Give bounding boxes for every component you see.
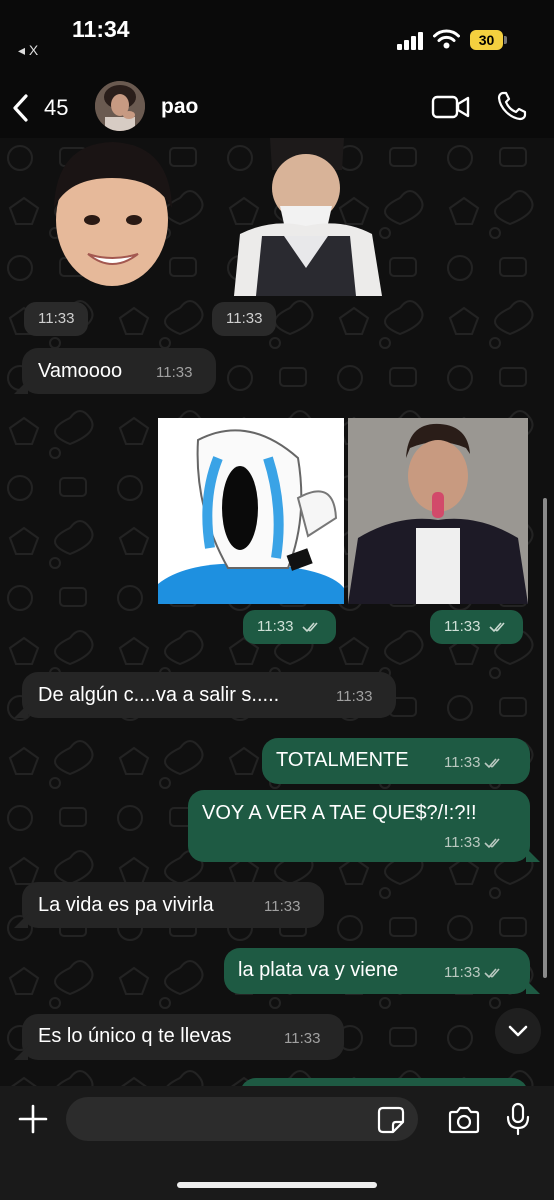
avatar-image (95, 81, 145, 131)
message-time: 11:33 (156, 364, 193, 381)
sticker-image[interactable] (36, 138, 188, 290)
incoming-message[interactable]: De algún c....va a salir s..... 11:33 (22, 672, 396, 718)
outgoing-message[interactable]: la plata va y viene 11:33 (224, 948, 530, 994)
message-time: 11:33 (284, 1030, 321, 1047)
status-time: 11:34 (72, 16, 130, 42)
outgoing-message-partial[interactable] (240, 1078, 528, 1086)
chat-scrollbar[interactable] (543, 498, 547, 978)
message-text: VOY A VER A TAE QUE$?/!:?!! (202, 802, 477, 824)
message-time: 11:33 (336, 688, 373, 705)
message-time: 11:33 (444, 755, 504, 770)
camera-icon[interactable] (447, 1106, 481, 1134)
message-text: Vamoooo (38, 360, 123, 382)
plus-icon[interactable] (18, 1104, 48, 1134)
scroll-to-bottom-button[interactable] (495, 1008, 541, 1054)
back-button[interactable]: 45 (10, 88, 68, 128)
outgoing-message[interactable]: VOY A VER A TAE QUE$?/!:?!! 11:33 (188, 790, 530, 862)
incoming-message[interactable]: La vida es pa vivirla 11:33 (22, 882, 324, 928)
back-chevron-icon (13, 94, 28, 122)
signal-icon (397, 32, 423, 50)
read-receipt-icon (484, 838, 501, 849)
read-receipt-icon (302, 622, 318, 633)
chat-header: 45 pao (0, 78, 554, 138)
message-text: De algún c....va a salir s..... (38, 684, 280, 706)
microphone-icon[interactable] (506, 1102, 530, 1136)
message-timestamp: 11:33 (212, 302, 277, 336)
message-composer (0, 1086, 554, 1200)
message-timestamp: 11:33 (430, 610, 523, 644)
shared-image[interactable] (348, 418, 528, 604)
phone-icon[interactable] (496, 90, 528, 122)
message-time: 11:33 (264, 898, 301, 915)
message-time: 11:33 (444, 965, 504, 980)
chat-area[interactable]: 11:33 11:33 Vamoooo 11:33 11:33 11:33 De… (0, 138, 554, 1086)
wifi-icon (433, 29, 460, 49)
message-text: La vida es pa vivirla (38, 894, 214, 916)
message-time: 11:33 (444, 835, 504, 850)
contact-name[interactable]: pao (161, 95, 198, 119)
sticker-image[interactable] (232, 138, 384, 296)
incoming-message[interactable]: Vamoooo 11:33 (22, 348, 216, 394)
read-receipt-icon (484, 968, 501, 979)
message-text: la plata va y viene (238, 959, 399, 981)
message-timestamp: 11:33 (243, 610, 336, 644)
status-bar: 11:34 ◂ X 30 (0, 0, 554, 78)
sticker-face-graphic (54, 142, 172, 286)
message-text: Es lo único q te llevas (38, 1025, 232, 1047)
shared-image[interactable] (158, 418, 344, 604)
battery-level: 30 (470, 30, 503, 50)
video-call-icon[interactable] (431, 93, 471, 121)
avatar[interactable] (95, 81, 145, 131)
home-indicator (177, 1182, 377, 1188)
read-receipt-icon (484, 758, 501, 769)
meme-drawing-graphic (158, 429, 344, 604)
outgoing-message[interactable]: TOTALMENTE 11:33 (262, 738, 530, 784)
message-input[interactable] (66, 1097, 418, 1141)
message-text: TOTALMENTE (276, 749, 409, 771)
battery-indicator: 30 (470, 30, 508, 50)
back-to-app-link[interactable]: ◂ X (18, 42, 38, 59)
message-timestamp: 11:33 (24, 302, 89, 336)
chevron-down-icon (508, 1025, 528, 1037)
sticker-icon[interactable] (377, 1106, 405, 1134)
man-photo-graphic (348, 418, 528, 604)
sticker-person-graphic (234, 138, 382, 296)
read-receipt-icon (489, 622, 505, 633)
incoming-message[interactable]: Es lo único q te llevas 11:33 (22, 1014, 344, 1060)
unread-count: 45 (44, 95, 69, 120)
